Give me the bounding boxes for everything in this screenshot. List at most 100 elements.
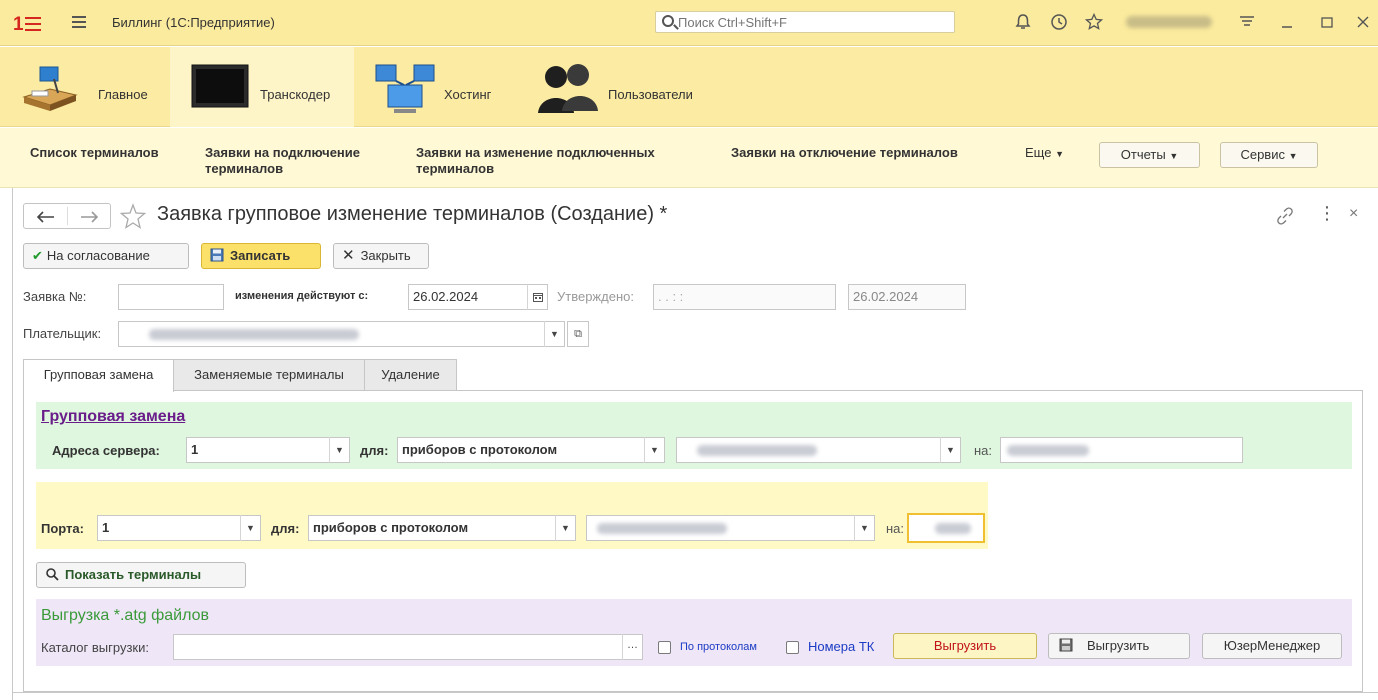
protocol-select-field-1[interactable]: ▼	[676, 437, 961, 463]
server-address-value: 1	[191, 442, 199, 457]
service-chevron-icon: ▼	[1288, 151, 1298, 161]
nav-terminal-list[interactable]: Список терминалов	[30, 145, 159, 161]
section-main[interactable]: Главное	[0, 47, 170, 127]
payer-dropdown-icon[interactable]: ▼	[544, 321, 564, 347]
floppy-disk-icon	[210, 248, 224, 262]
export-red-button[interactable]: Выгрузить	[893, 633, 1037, 659]
nav-change-requests[interactable]: Заявки на изменение подключенных термина…	[416, 145, 655, 177]
nav-change-requests-line2: терминалов	[416, 161, 495, 176]
close-button-label: Закрыть	[360, 248, 411, 263]
section-label-hosting: Хостинг	[444, 87, 492, 102]
reports-button[interactable]: Отчеты ▼	[1099, 142, 1200, 168]
close-form-icon[interactable]: ×	[1349, 205, 1358, 223]
nav-connection-requests[interactable]: Заявки на подключение терминалов	[205, 145, 360, 177]
new-server-address-blurred	[1007, 445, 1089, 456]
global-search-box[interactable]	[655, 11, 955, 33]
close-window-icon[interactable]	[1356, 13, 1370, 35]
protocol-dropdown-icon-2[interactable]: ▼	[555, 515, 575, 541]
more-actions-icon[interactable]: ⋮	[1318, 203, 1336, 224]
server-dropdown-icon[interactable]: ▼	[329, 437, 349, 463]
new-port-value-blurred	[935, 523, 971, 534]
section-label-main: Главное	[98, 87, 148, 102]
protocol-select-dropdown-icon-2[interactable]: ▼	[854, 515, 874, 541]
check-icon: ✔	[32, 248, 43, 263]
reports-chevron-icon: ▼	[1169, 151, 1179, 161]
nav-connection-requests-line2: терминалов	[205, 161, 284, 176]
service-button[interactable]: Сервис ▼	[1220, 142, 1318, 168]
nav-disconnect-requests[interactable]: Заявки на отключение терминалов	[731, 145, 958, 161]
save-button-label: Записать	[230, 248, 291, 263]
port-field[interactable]: 1 ▼	[97, 515, 261, 541]
hamburger-menu-icon[interactable]	[72, 16, 86, 28]
protocol-filter-value-1: приборов с протоколом	[402, 442, 558, 457]
close-button[interactable]: ✕ Закрыть	[333, 243, 429, 269]
server-address-field[interactable]: 1 ▼	[186, 437, 350, 463]
protocol-dropdown-icon-1[interactable]: ▼	[644, 437, 664, 463]
section-users[interactable]: Пользователи	[522, 47, 722, 127]
protocol-filter-field-1[interactable]: приборов с протоколом ▼	[397, 437, 665, 463]
approved-field: . . : :	[653, 284, 836, 310]
tab-deletion[interactable]: Удаление	[364, 359, 457, 390]
new-server-address-field[interactable]	[1000, 437, 1243, 463]
save-button[interactable]: Записать	[201, 243, 321, 269]
payer-field[interactable]: ▼	[118, 321, 565, 347]
desk-lamp-icon	[22, 66, 78, 111]
tab-replaced-terminals[interactable]: Заменяемые терминалы	[173, 359, 365, 390]
effective-date-field[interactable]: 26.02.2024	[408, 284, 548, 310]
section-label-users: Пользователи	[608, 87, 693, 102]
section-transcoder[interactable]: Транскодер	[170, 47, 354, 127]
export-dir-label: Каталог выгрузки:	[41, 640, 149, 655]
nav-change-requests-line1: Заявки на изменение подключенных	[416, 145, 655, 160]
protocol-filter-field-2[interactable]: приборов с протоколом ▼	[308, 515, 576, 541]
export-button-label: Выгрузить	[1087, 638, 1150, 653]
by-protocols-checkbox[interactable]	[658, 641, 671, 654]
group-replace-header[interactable]: Групповая замена	[41, 408, 185, 426]
section-hosting[interactable]: Хостинг	[354, 47, 522, 127]
show-terminals-button[interactable]: Показать терминалы	[36, 562, 246, 588]
users-icon	[538, 64, 598, 113]
calendar-icon[interactable]	[527, 284, 547, 310]
browse-icon[interactable]: …	[622, 634, 642, 660]
favorite-star-icon[interactable]	[120, 203, 146, 229]
protocol-select-dropdown-icon-1[interactable]: ▼	[940, 437, 960, 463]
navigation-panel: Список терминалов Заявки на подключение …	[0, 128, 1378, 188]
more-menu[interactable]: Еще ▼	[1025, 145, 1064, 162]
minimize-icon[interactable]	[1280, 13, 1294, 35]
port-value: 1	[102, 520, 110, 535]
tk-numbers-checkbox[interactable]	[786, 641, 799, 654]
favorites-star-icon[interactable]	[1084, 12, 1104, 35]
port-dropdown-icon[interactable]: ▼	[240, 515, 260, 541]
approval-button[interactable]: ✔ На согласование	[23, 243, 189, 269]
bell-icon[interactable]	[1015, 13, 1031, 35]
maximize-icon[interactable]	[1320, 13, 1334, 35]
new-port-field[interactable]	[907, 513, 985, 543]
reports-button-label: Отчеты	[1120, 147, 1166, 162]
search-icon	[662, 15, 674, 27]
forward-arrow-icon[interactable]	[80, 211, 98, 223]
export-button[interactable]: Выгрузить	[1048, 633, 1190, 659]
service-button-label: Сервис	[1240, 147, 1285, 162]
export-dir-field[interactable]: …	[173, 634, 643, 660]
history-icon[interactable]	[1050, 13, 1068, 35]
floppy-export-icon	[1059, 638, 1073, 652]
search-input[interactable]	[678, 15, 948, 30]
request-number-field[interactable]	[118, 284, 224, 310]
for-label-2: для:	[271, 521, 300, 536]
for-label-1: для:	[360, 443, 389, 458]
tab-group-replace[interactable]: Групповая замена	[23, 359, 174, 392]
server-address-label: Адреса сервера:	[52, 443, 160, 458]
user-manager-button[interactable]: ЮзерМенеджер	[1202, 633, 1342, 659]
back-arrow-icon[interactable]	[37, 211, 55, 223]
title-bar: 1 Биллинг (1С:Предприятие)	[0, 0, 1378, 46]
approved-label: Утверждено:	[557, 289, 634, 304]
more-menu-label: Еще	[1025, 145, 1052, 160]
form-title: Заявка групповое изменение терминалов (С…	[157, 203, 668, 225]
link-icon[interactable]	[1276, 207, 1294, 225]
sections-panel: Главное Транскодер Хостинг Пользователи	[0, 47, 1378, 127]
payer-open-icon[interactable]: ⧉	[567, 321, 589, 347]
protocol-value-blurred-2	[597, 523, 727, 534]
settings-menu-icon[interactable]	[1238, 12, 1256, 34]
request-number-label: Заявка №:	[23, 289, 87, 304]
close-x-icon: ✕	[342, 247, 355, 264]
protocol-select-field-2[interactable]: ▼	[586, 515, 875, 541]
